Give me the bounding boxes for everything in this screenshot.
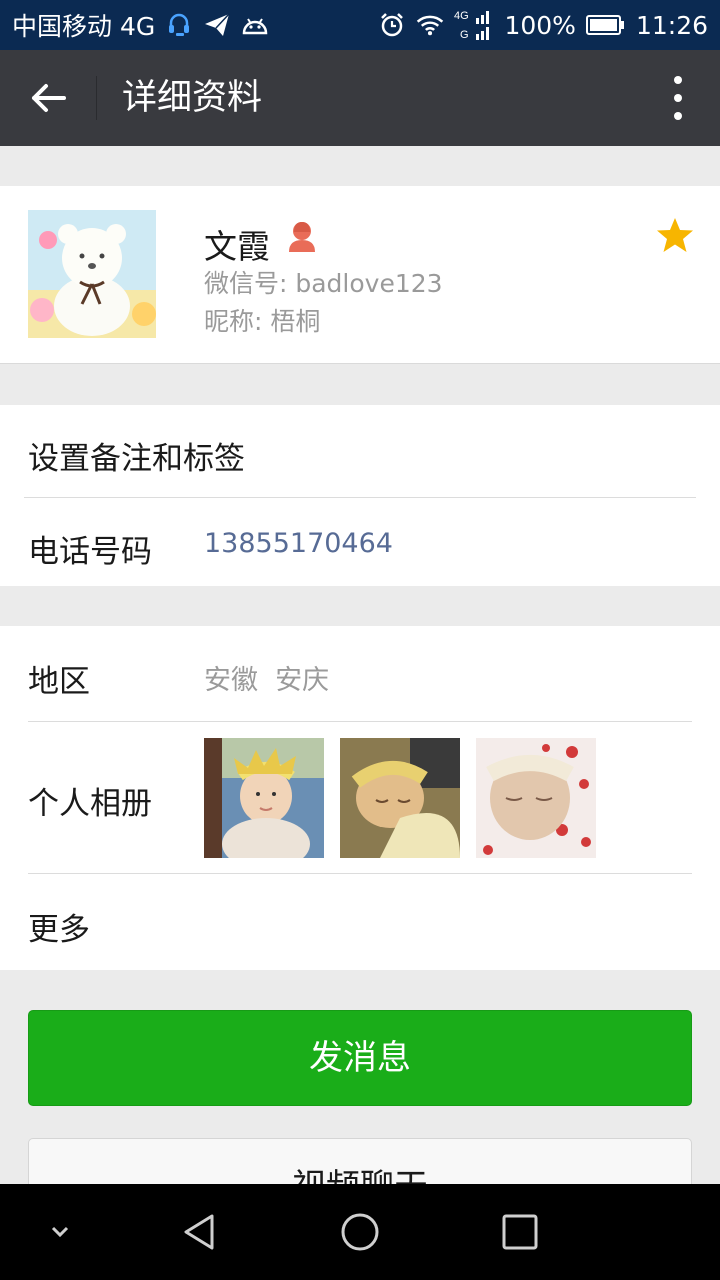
- contact-name: 文霞: [204, 227, 270, 266]
- baby-photo-2: [340, 738, 460, 858]
- more-dot: [674, 112, 682, 120]
- album-photo[interactable]: [204, 738, 324, 858]
- nickname: 昵称: 梧桐: [204, 307, 321, 336]
- back-button[interactable]: [22, 74, 74, 122]
- chevron-down-icon: [51, 1226, 69, 1238]
- signal-4g-icon: 4G G: [454, 10, 494, 41]
- battery-icon: [585, 11, 626, 39]
- nav-recents-button[interactable]: [490, 1202, 550, 1262]
- title-bar: 详细资料: [0, 50, 720, 146]
- svg-text:G: G: [460, 29, 469, 41]
- baby-photo-3: [476, 738, 596, 858]
- alarm-icon: [378, 11, 406, 39]
- phone-number-link[interactable]: 13855170464: [204, 528, 393, 559]
- profile-card: 文霞 微信号: badlove123 昵称: 梧桐: [0, 186, 720, 364]
- system-nav-bar: [0, 1184, 720, 1280]
- region-row: 地区 安徽 安庆: [0, 626, 720, 721]
- more-dot: [674, 94, 682, 102]
- circle-home-icon: [341, 1213, 379, 1251]
- album-photo[interactable]: [340, 738, 460, 858]
- phone-label: 电话号码: [28, 534, 152, 570]
- more-label: 更多: [28, 912, 90, 948]
- nav-back-button[interactable]: [170, 1202, 230, 1262]
- region-value: 安徽 安庆: [204, 665, 330, 696]
- remark-tags-label: 设置备注和标签: [28, 441, 245, 477]
- hide-nav-button[interactable]: [30, 1202, 90, 1262]
- album-label: 个人相册: [28, 786, 152, 822]
- triangle-back-icon: [184, 1214, 214, 1250]
- arrow-left-icon: [32, 84, 66, 112]
- header-divider: [96, 76, 97, 120]
- avatar[interactable]: [28, 210, 156, 338]
- more-dot: [674, 76, 682, 84]
- headset-icon: [165, 11, 193, 39]
- page-title: 详细资料: [122, 78, 263, 118]
- phone-row: 电话号码 13855170464: [0, 498, 720, 586]
- contact-section: 设置备注和标签 电话号码 13855170464: [0, 405, 720, 586]
- teddy-bear-avatar-image: [28, 210, 156, 338]
- female-icon: [286, 220, 318, 254]
- carrier-label: 中国移动 4G: [12, 12, 156, 41]
- send-plane-icon: [203, 11, 231, 39]
- more-row[interactable]: 更多: [0, 874, 720, 970]
- status-bar: 中国移动 4G 4G G 100% 11:26: [0, 0, 720, 50]
- send-message-button[interactable]: 发消息: [28, 1010, 692, 1106]
- baby-photo-1: [204, 738, 324, 858]
- nav-home-button[interactable]: [330, 1202, 390, 1262]
- star-icon[interactable]: [656, 216, 694, 254]
- android-icon: [241, 11, 269, 39]
- album-photo[interactable]: [476, 738, 596, 858]
- svg-text:4G: 4G: [454, 10, 469, 22]
- remark-tags-row[interactable]: 设置备注和标签: [0, 405, 720, 497]
- clock: 11:26: [635, 10, 708, 40]
- wechat-id: 微信号: badlove123: [204, 269, 443, 298]
- more-options-button[interactable]: [666, 76, 690, 120]
- battery-percent: 100%: [504, 10, 576, 40]
- album-row[interactable]: 个人相册: [0, 722, 720, 873]
- details-section: 地区 安徽 安庆 个人相册 更多: [0, 626, 720, 970]
- wifi-icon: [416, 11, 444, 39]
- region-label: 地区: [28, 664, 90, 700]
- square-recents-icon: [502, 1214, 538, 1250]
